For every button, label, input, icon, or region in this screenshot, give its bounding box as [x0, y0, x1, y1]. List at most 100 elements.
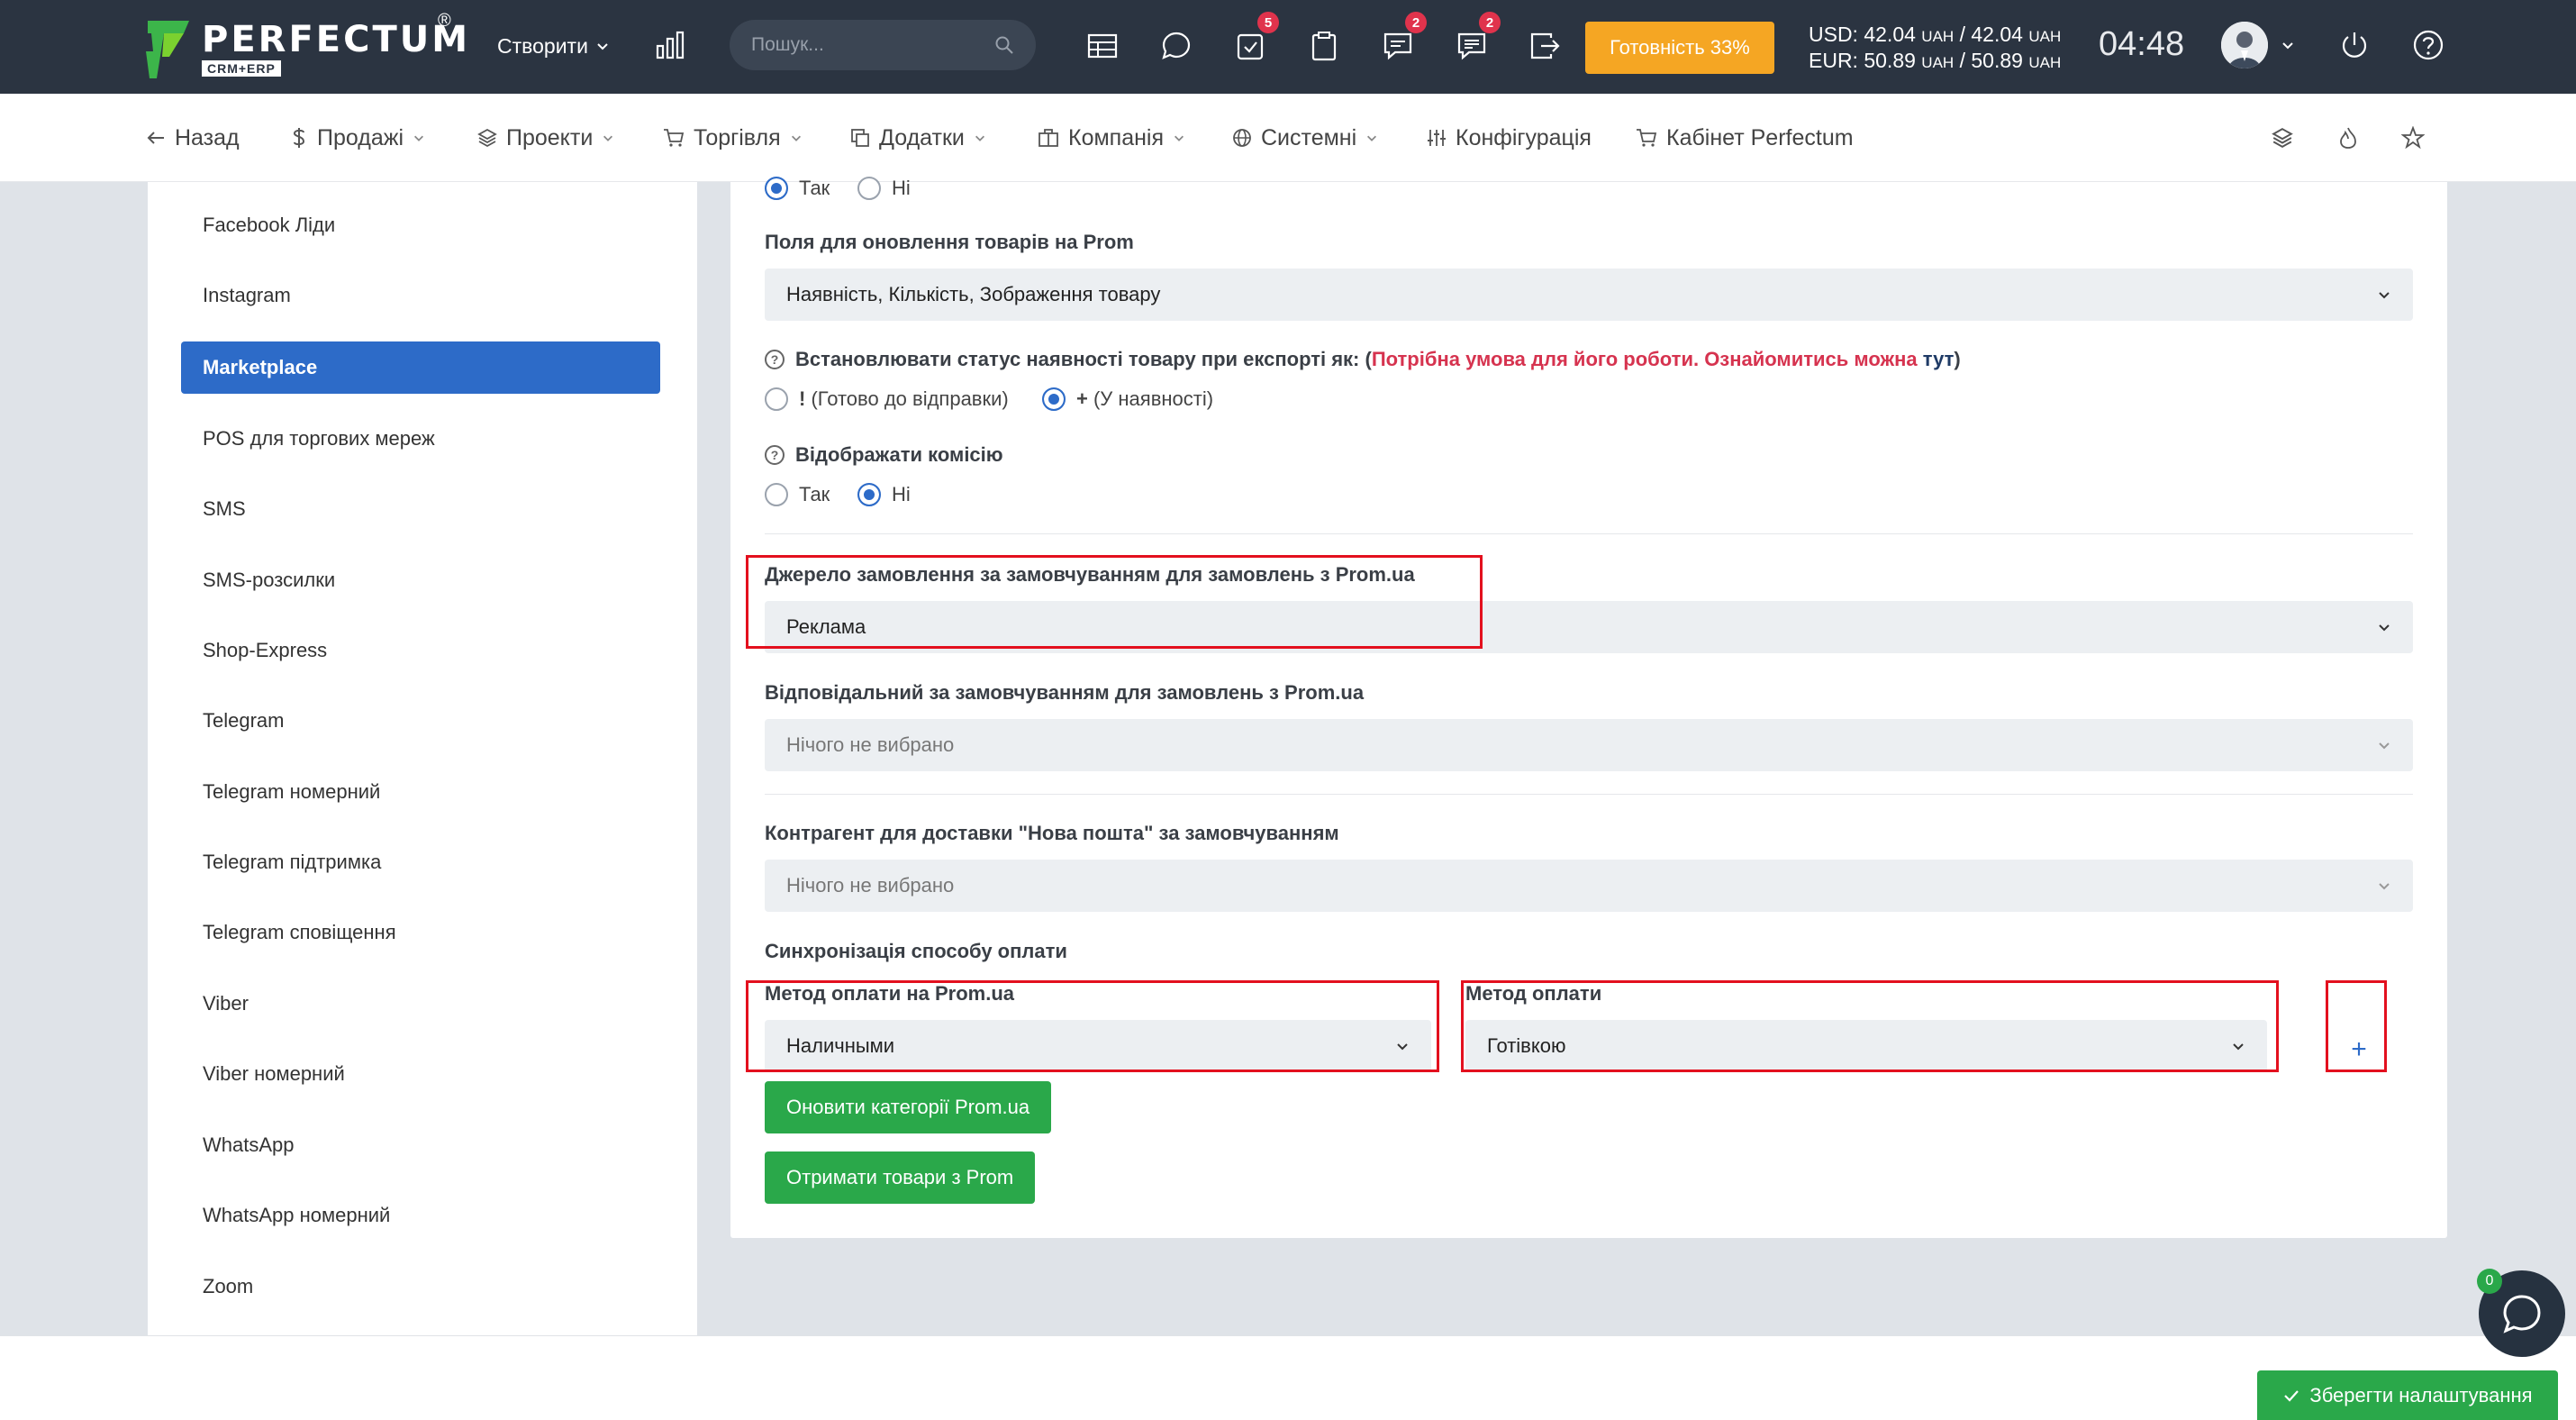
radio-yes-top[interactable]: Так — [765, 177, 830, 200]
question-icon[interactable]: ? — [765, 350, 785, 369]
copy-icon — [851, 129, 869, 147]
sidebar-item-whatsapp[interactable]: WhatsApp — [181, 1119, 660, 1171]
sidebar-item-telegram-support[interactable]: Telegram підтримка — [181, 836, 660, 888]
sidebar-item-viber[interactable]: Viber — [181, 978, 660, 1030]
settings-panel — [730, 182, 2447, 1238]
nav-cabinet[interactable]: Кабінет Perfectum — [1636, 121, 1854, 155]
get-products-button[interactable]: Отримати товари з Prom — [765, 1151, 1036, 1204]
sidebar-item-pos[interactable]: POS для торгових мереж — [181, 413, 660, 465]
building-icon — [1039, 129, 1058, 147]
sidebar-item-whatsapp-number[interactable]: WhatsApp номерний — [181, 1189, 660, 1242]
nav-system-label: Системні — [1261, 124, 1357, 150]
responsible-select[interactable]: Нічого не вибрано — [765, 719, 2413, 771]
logo[interactable]: PERFECTUM CRM+ERP ® — [144, 11, 470, 83]
clipboard-icon[interactable] — [1306, 28, 1342, 64]
stock-status-heading: ? Встановлювати статус наявності товару … — [765, 348, 1961, 371]
power-icon[interactable] — [2336, 27, 2372, 63]
sidebar-item-telegram-notifications[interactable]: Telegram сповіщення — [181, 906, 660, 959]
order-source-select[interactable]: Реклама — [765, 601, 2413, 653]
question-icon[interactable]: ? — [765, 445, 785, 465]
nav-company[interactable]: Компанія — [1038, 121, 1185, 155]
back-link[interactable]: Назад — [146, 121, 240, 155]
stats-icon[interactable] — [652, 27, 688, 63]
layers-icon[interactable] — [2272, 121, 2293, 155]
sidebar-item-telegram-number[interactable]: Telegram номерний — [181, 766, 660, 818]
readiness-button[interactable]: Готовність 33% — [1585, 22, 1774, 74]
prom-method-select[interactable]: Наличными — [765, 1020, 1431, 1072]
search-input[interactable] — [751, 34, 967, 56]
dollar-icon — [293, 128, 305, 148]
nav-trade[interactable]: Торгівля — [663, 121, 803, 155]
create-label: Створити — [497, 33, 588, 58]
sidebar-item-instagram[interactable]: Instagram — [181, 269, 660, 322]
prom-method-value: Наличными — [786, 1034, 895, 1057]
chat-bubble-icon — [2503, 1295, 2541, 1334]
update-fields-select[interactable]: Наявність, Кількість, Зображення товару — [765, 269, 2413, 321]
fire-icon[interactable] — [2338, 121, 2358, 155]
chevron-down-icon — [597, 43, 608, 50]
user-menu-chevron-icon[interactable] — [2279, 36, 2297, 54]
radio-button[interactable] — [765, 387, 788, 411]
help-icon[interactable] — [2410, 27, 2446, 63]
chevron-down-icon — [1397, 1043, 1408, 1051]
save-settings-button[interactable]: Зберегти налаштування — [2257, 1370, 2558, 1420]
radio-ready-to-ship[interactable]: ! (Готово до відправки) — [765, 387, 1009, 411]
radio-in-stock[interactable]: + (У наявності) — [1042, 387, 1213, 411]
add-payment-mapping-button[interactable]: + — [2327, 1034, 2390, 1065]
comments-icon[interactable]: 2 — [1454, 12, 1501, 64]
check-icon — [2284, 1389, 2299, 1402]
chevron-down-icon — [414, 135, 423, 141]
nav-addons[interactable]: Додатки — [850, 121, 986, 155]
sidebar-item-facebook-leads[interactable]: Facebook Ліди — [181, 199, 660, 251]
sidebar-item-marketplace[interactable]: Marketplace — [181, 341, 660, 394]
create-menu[interactable]: Створити — [497, 31, 610, 61]
nav-config[interactable]: Конфігурація — [1427, 121, 1592, 155]
sidebar-item-sms[interactable]: SMS — [181, 483, 660, 535]
calendar-icon[interactable] — [1084, 28, 1120, 64]
method-label: Метод оплати — [1465, 982, 1602, 1005]
star-icon[interactable] — [2401, 121, 2425, 155]
radio-button-selected[interactable] — [765, 177, 788, 200]
avatar[interactable] — [2221, 22, 2268, 68]
in-stock-symbol: + — [1076, 387, 1088, 410]
order-source-value: Реклама — [786, 615, 866, 638]
export-icon[interactable] — [1528, 28, 1564, 64]
contractor-select[interactable]: Нічого не вибрано — [765, 860, 2413, 912]
sidebar-item-sms-mailing[interactable]: SMS-розсилки — [181, 554, 660, 606]
sidebar-item-telegram[interactable]: Telegram — [181, 695, 660, 747]
footer-bar — [0, 1335, 2576, 1420]
search-icon[interactable] — [994, 35, 1014, 55]
nav-system[interactable]: Системні — [1232, 121, 1378, 155]
sidebar-item-shop-express[interactable]: Shop-Express — [181, 624, 660, 677]
search-box[interactable] — [730, 20, 1036, 70]
nav-sales-label: Продажі — [317, 124, 404, 150]
radio-button-selected[interactable] — [857, 483, 881, 506]
nav-company-label: Компанія — [1068, 124, 1164, 150]
tasks-icon[interactable]: 5 — [1232, 12, 1279, 64]
messages-icon[interactable]: 2 — [1380, 12, 1427, 64]
nav-cabinet-label: Кабінет Perfectum — [1666, 124, 1854, 150]
chat-bubble-icon[interactable] — [1158, 28, 1194, 64]
nav-sales[interactable]: Продажі — [290, 121, 425, 155]
nav-projects-label: Проекти — [506, 124, 594, 150]
nav-projects[interactable]: Проекти — [477, 121, 614, 155]
ready-to-ship-label: (Готово до відправки) — [811, 387, 1009, 410]
ready-to-ship-symbol: ! — [799, 387, 806, 410]
contractor-value: Нічого не вибрано — [786, 874, 955, 897]
sidebar-item-viber-number[interactable]: Viber номерний — [181, 1048, 660, 1100]
update-categories-button[interactable]: Оновити категорії Prom.ua — [765, 1081, 1052, 1133]
sidebar-item-zoom[interactable]: Zoom — [181, 1261, 660, 1313]
stock-status-link[interactable]: тут — [1923, 348, 1955, 370]
radio-commission-no[interactable]: Ні — [857, 483, 911, 506]
radio-button[interactable] — [765, 483, 788, 506]
method-select[interactable]: Готівкою — [1465, 1020, 2267, 1072]
logo-mark-icon — [146, 21, 189, 78]
nav-bar: Назад Продажі Проекти Торгівля Додатки К… — [0, 94, 2576, 182]
chat-widget-button[interactable]: 0 — [2477, 1269, 2565, 1357]
radio-no-top[interactable]: Ні — [857, 177, 911, 200]
method-value: Готівкою — [1487, 1034, 1566, 1057]
radio-button-selected[interactable] — [1042, 387, 1066, 411]
radio-commission-yes[interactable]: Так — [765, 483, 830, 506]
radio-button[interactable] — [857, 177, 881, 200]
arrow-left-icon — [147, 132, 164, 144]
